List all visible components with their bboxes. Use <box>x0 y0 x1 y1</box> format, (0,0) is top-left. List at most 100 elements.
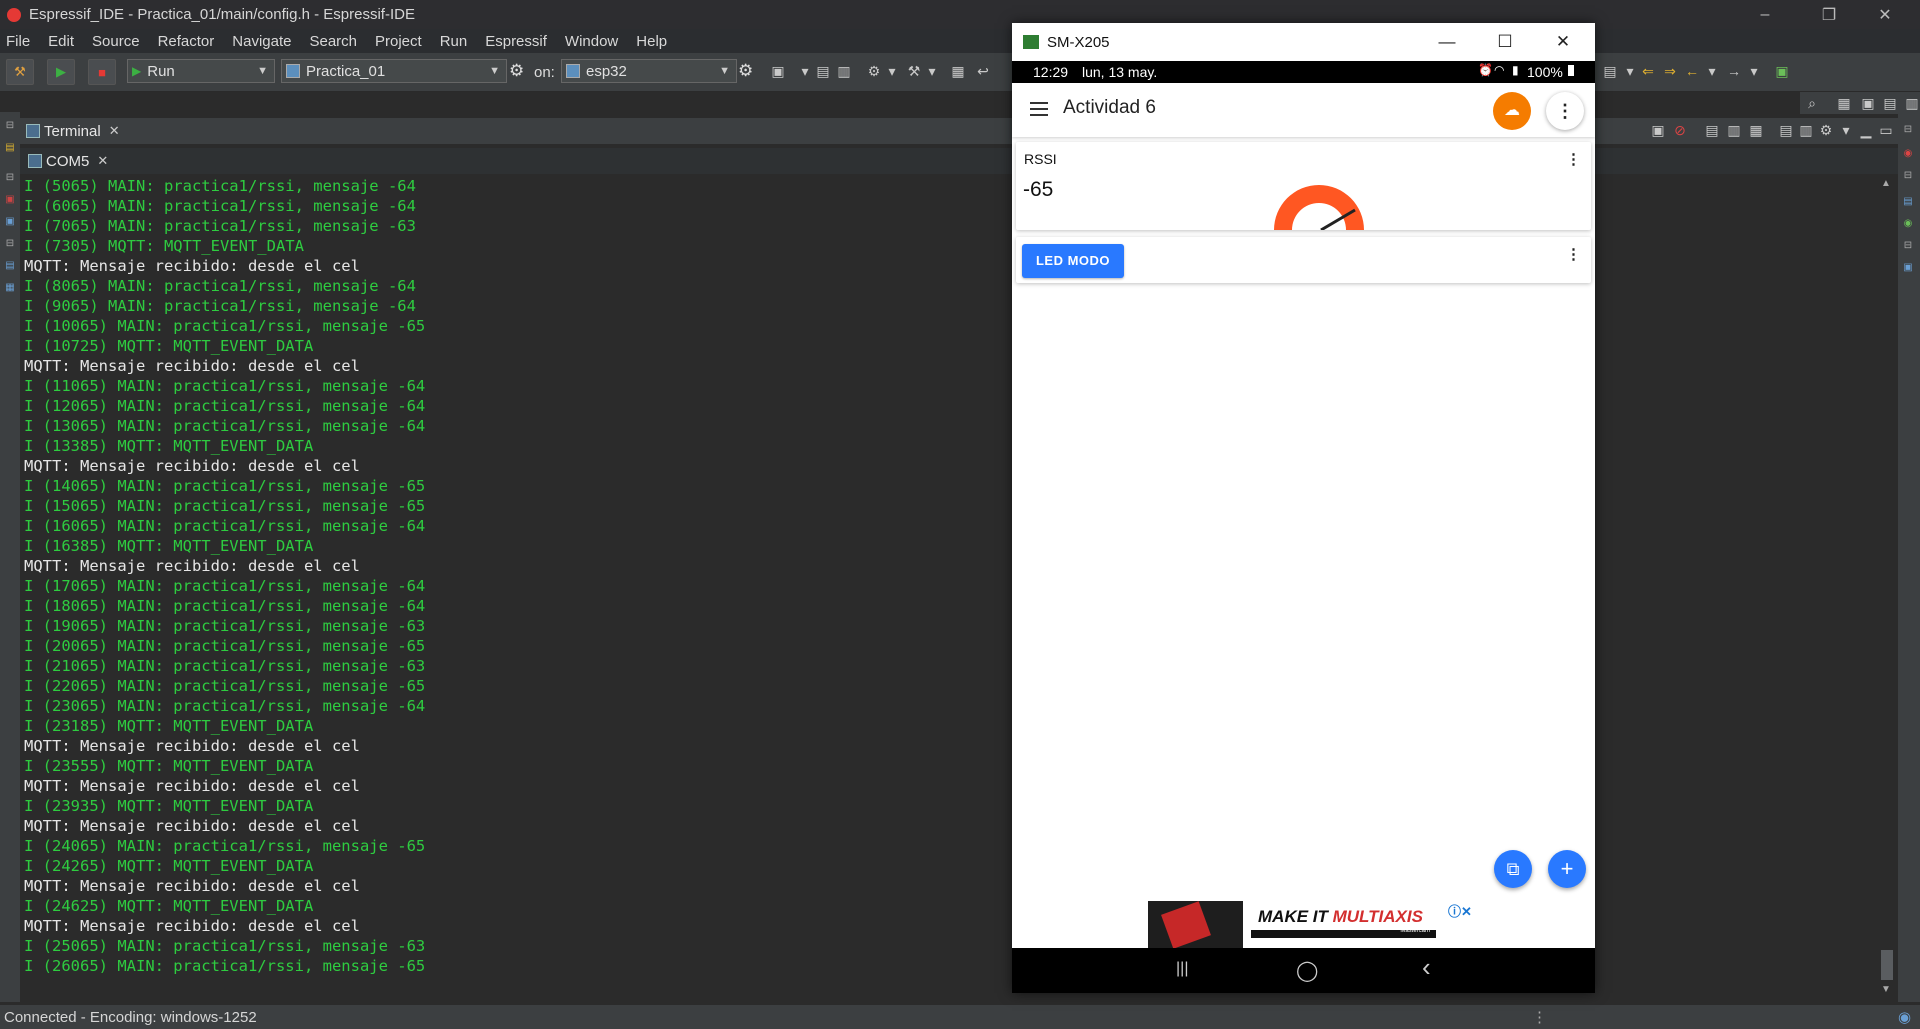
menu-navigate[interactable]: Navigate <box>226 33 303 50</box>
scroll-down-icon[interactable]: ▼ <box>1881 984 1891 995</box>
select-all-icon[interactable]: ▦ <box>1748 122 1764 138</box>
scrollbar-thumb[interactable] <box>1881 950 1893 980</box>
restore-view-icon[interactable]: ⊟ <box>4 172 16 184</box>
debug-settings-icon[interactable]: ⚙ <box>866 63 882 79</box>
settings-icon[interactable]: ⚙ <box>1818 122 1834 138</box>
restore-view-icon[interactable]: ⊟ <box>1902 170 1914 182</box>
outline-icon[interactable]: ▣ <box>4 194 16 206</box>
paste-icon[interactable]: ▥ <box>1798 122 1814 138</box>
led-mode-button[interactable]: LED MODO <box>1022 244 1124 278</box>
restore-view-icon[interactable]: ⊟ <box>1902 240 1914 252</box>
alarm-icon: ⏰ <box>1478 63 1493 77</box>
close-icon[interactable]: ✕ <box>97 153 108 169</box>
build-targets-icon[interactable]: ▣ <box>4 216 16 228</box>
launch-mode-select[interactable]: ▶ Run ▼ <box>127 59 275 83</box>
debug-perspective-icon[interactable]: ▤ <box>1882 95 1898 111</box>
c-perspective-icon[interactable]: ▣ <box>1860 95 1876 111</box>
problems-icon[interactable]: ▦ <box>4 282 16 294</box>
phone-maximize-button[interactable]: ☐ <box>1476 23 1534 61</box>
menu-espressif[interactable]: Espressif <box>479 33 559 50</box>
notifications-icon[interactable]: ◉ <box>1898 1008 1911 1026</box>
save-all-icon[interactable]: ▥ <box>836 63 852 79</box>
undo-arrow-icon[interactable]: ↩ <box>975 63 991 79</box>
menu-source[interactable]: Source <box>86 33 152 50</box>
open-perspective-icon[interactable]: ▦ <box>1836 95 1852 111</box>
minimize-view-icon[interactable]: ▁ <box>1858 122 1874 138</box>
new-folder-icon[interactable]: ▣ <box>770 63 786 79</box>
pin-console-icon[interactable]: ▣ <box>1650 122 1666 138</box>
search-icon[interactable]: ⌕ <box>1804 95 1820 111</box>
prev-annotation-icon[interactable]: ⇐ <box>1640 63 1656 79</box>
terminal-sessions-row: COM5 ✕ <box>20 148 1900 174</box>
hamburger-menu-icon[interactable] <box>1030 102 1048 120</box>
recents-button[interactable]: ||| <box>1176 960 1188 978</box>
home-button[interactable]: ◯ <box>1296 958 1318 983</box>
restore-view-icon[interactable]: ⊟ <box>1902 124 1914 136</box>
menu-project[interactable]: Project <box>369 33 434 50</box>
project-explorer-icon[interactable]: ▤ <box>4 142 16 154</box>
open-type-icon[interactable]: ▤ <box>1602 63 1618 79</box>
clear-console-icon[interactable]: ▤ <box>1778 122 1794 138</box>
dropdown-arrow-icon[interactable]: ▾ <box>884 63 900 79</box>
espressif-perspective-icon[interactable]: ▥ <box>1904 95 1920 111</box>
target-select[interactable]: esp32 ▼ <box>561 59 737 83</box>
launch-config-gear-icon[interactable]: ⚙ <box>509 61 524 81</box>
cloud-sync-icon[interactable]: ☁ <box>1493 92 1531 130</box>
back-button[interactable]: ‹ <box>1422 952 1431 983</box>
restore-view-icon[interactable]: ⊟ <box>4 238 16 250</box>
build-tool-icon[interactable]: ⚒ <box>906 63 922 79</box>
build-hammer-icon[interactable]: ⚒ <box>6 59 34 85</box>
perspective-icon[interactable]: ▣ <box>1774 63 1790 79</box>
overflow-menu-icon[interactable]: ⋮ <box>1546 92 1584 130</box>
properties-icon[interactable]: ▣ <box>1902 262 1914 274</box>
menu-help[interactable]: Help <box>630 33 679 50</box>
card-menu-icon[interactable]: ⋮ <box>1566 150 1581 168</box>
launch-config-select[interactable]: Practica_01 ▼ <box>281 59 507 83</box>
dropdown-arrow-icon[interactable]: ▾ <box>797 63 813 79</box>
console-icon[interactable]: ▤ <box>4 260 16 272</box>
scroll-lock-icon[interactable]: ▤ <box>1704 122 1720 138</box>
tab-terminal[interactable]: Terminal ✕ <box>26 120 120 142</box>
close-icon[interactable]: ✕ <box>109 123 120 139</box>
scroll-up-icon[interactable]: ▲ <box>1881 178 1891 189</box>
dropdown-arrow-icon[interactable]: ▾ <box>1746 63 1762 79</box>
minimize-button[interactable]: – <box>1742 0 1788 29</box>
ad-close-icon[interactable]: ⓘ✕ <box>1448 901 1472 920</box>
stop-icon[interactable]: ■ <box>88 59 116 85</box>
ad-banner[interactable]: MAKE IT MULTIAXIS Mastercam ⓘ✕ <box>1148 901 1472 949</box>
restore-view-icon[interactable]: ⊟ <box>4 120 16 132</box>
back-icon[interactable]: ← <box>1684 63 1700 79</box>
dropdown-arrow-icon[interactable]: ▾ <box>1704 63 1720 79</box>
phone-close-button[interactable]: ✕ <box>1534 23 1592 61</box>
menu-run[interactable]: Run <box>434 33 480 50</box>
tasks-icon[interactable]: ◉ <box>1902 218 1914 230</box>
forward-icon[interactable]: → <box>1726 63 1742 79</box>
close-button[interactable]: ✕ <box>1862 0 1908 29</box>
next-annotation-icon[interactable]: ⇒ <box>1662 63 1678 79</box>
copy-fab-button[interactable]: ⧉ <box>1494 850 1532 888</box>
menu-search[interactable]: Search <box>303 33 369 50</box>
phone-minimize-button[interactable]: — <box>1418 23 1476 61</box>
maximize-view-icon[interactable]: ▭ <box>1878 122 1894 138</box>
view-menu-icon[interactable]: ▾ <box>1838 122 1854 138</box>
tab-com5[interactable]: COM5 ✕ <box>28 150 108 172</box>
target-gear-icon[interactable]: ⚙ <box>738 61 753 81</box>
breakpoints-icon[interactable]: ◉ <box>1902 148 1914 160</box>
save-icon[interactable]: ▤ <box>815 63 831 79</box>
menu-refactor[interactable]: Refactor <box>152 33 227 50</box>
menu-edit[interactable]: Edit <box>42 33 86 50</box>
menu-file[interactable]: File <box>0 33 42 50</box>
binary-icon[interactable]: ▦ <box>950 63 966 79</box>
launch-play-icon[interactable]: ▶ <box>47 59 75 85</box>
add-fab-button[interactable]: + <box>1548 850 1586 888</box>
dropdown-arrow-icon[interactable]: ▾ <box>1622 63 1638 79</box>
dropdown-arrow-icon[interactable]: ▾ <box>924 63 940 79</box>
menu-window[interactable]: Window <box>559 33 630 50</box>
card-menu-icon[interactable]: ⋮ <box>1566 245 1581 263</box>
terminal-output[interactable]: I (5065) MAIN: practica1/rssi, mensaje -… <box>24 176 1014 996</box>
disconnect-icon[interactable]: ⊘ <box>1672 122 1688 138</box>
copy-icon[interactable]: ▥ <box>1726 122 1742 138</box>
restore-button[interactable]: ❐ <box>1806 0 1852 29</box>
terminal-vertical-scrollbar[interactable]: ▲ ▼ <box>1878 176 1896 1000</box>
outline-view-icon[interactable]: ▤ <box>1902 196 1914 208</box>
